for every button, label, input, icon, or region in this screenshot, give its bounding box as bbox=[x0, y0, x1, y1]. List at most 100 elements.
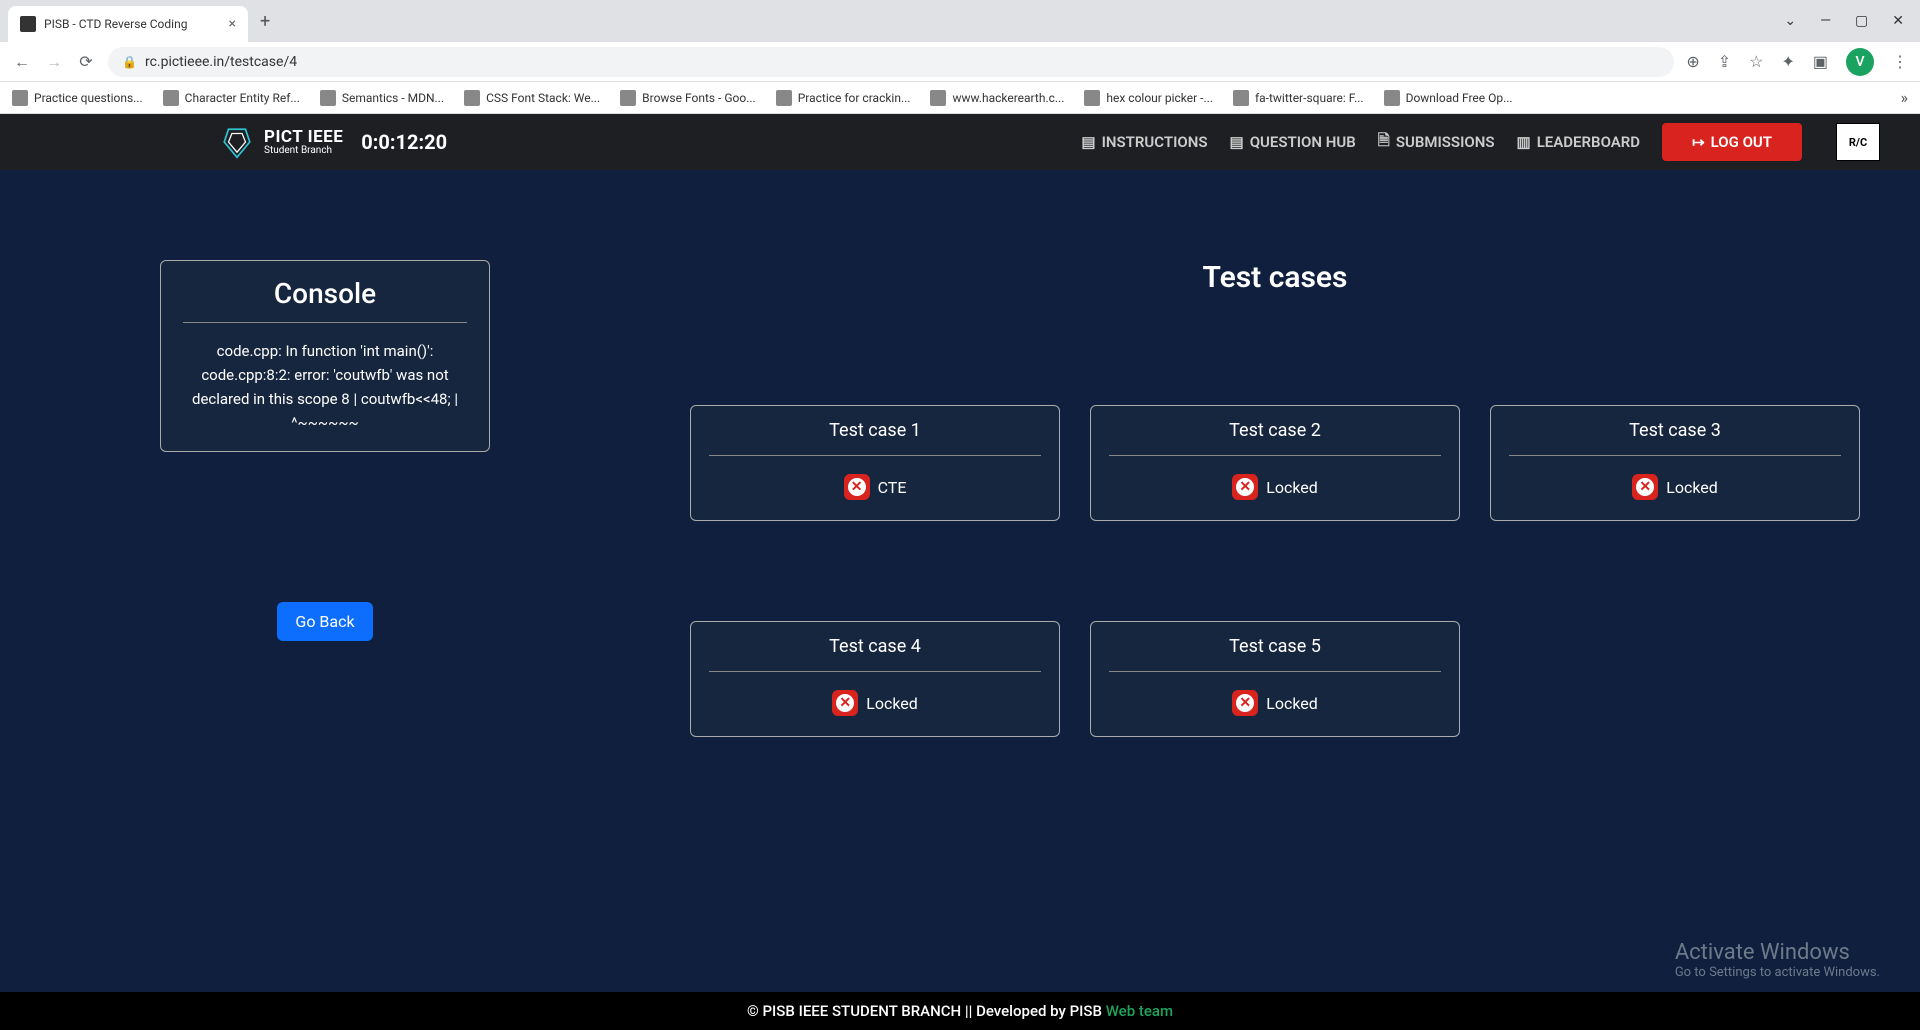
bookmarks-bar: Practice questions... Character Entity R… bbox=[0, 82, 1920, 114]
bookmark-favicon bbox=[620, 90, 636, 106]
watermark-title: Activate Windows bbox=[1675, 940, 1880, 965]
bookmark-item[interactable]: fa-twitter-square: F... bbox=[1233, 90, 1364, 106]
star-icon[interactable]: ☆ bbox=[1749, 52, 1763, 71]
address-bar: ← → ⟳ 🔒 rc.pictieee.in/testcase/4 ⊕ ⇪ ☆ … bbox=[0, 42, 1920, 82]
footer-link[interactable]: Web team bbox=[1106, 1002, 1173, 1020]
brand-subtitle: Student Branch bbox=[264, 146, 343, 156]
minimize-icon[interactable]: — bbox=[1820, 13, 1831, 29]
testcase-name: Test case 3 bbox=[1509, 420, 1841, 441]
divider bbox=[1109, 671, 1441, 672]
chevron-down-icon[interactable]: ⌄ bbox=[1784, 13, 1796, 29]
testcase-status: CTE bbox=[878, 478, 907, 497]
testcase-name: Test case 1 bbox=[709, 420, 1041, 441]
divider bbox=[709, 671, 1041, 672]
new-tab-button[interactable]: + bbox=[260, 11, 270, 32]
nav-question-hub[interactable]: ▤QUESTION HUB bbox=[1230, 133, 1356, 151]
menu-icon[interactable]: ⋮ bbox=[1892, 52, 1908, 71]
bookmark-item[interactable]: Practice questions... bbox=[12, 90, 143, 106]
nav-instructions[interactable]: ▤INSTRUCTIONS bbox=[1081, 133, 1207, 151]
bookmarks-overflow-icon[interactable]: » bbox=[1901, 88, 1909, 107]
side-panel-icon[interactable]: ▣ bbox=[1813, 52, 1828, 71]
bookmark-favicon bbox=[464, 90, 480, 106]
error-icon bbox=[1632, 474, 1658, 500]
brand-title: PICT IEEE bbox=[264, 129, 343, 146]
error-icon bbox=[1232, 690, 1258, 716]
testcase-status: Locked bbox=[1266, 694, 1318, 713]
close-tab-icon[interactable]: × bbox=[229, 16, 236, 32]
lock-icon: 🔒 bbox=[122, 55, 137, 69]
app-navbar: PICT IEEE Student Branch 0:0:12:20 ▤INST… bbox=[0, 114, 1920, 170]
bookmark-item[interactable]: Practice for crackin... bbox=[776, 90, 911, 106]
browser-tab[interactable]: PISB - CTD Reverse Coding × bbox=[8, 6, 248, 42]
bookmark-item[interactable]: CSS Font Stack: We... bbox=[464, 90, 600, 106]
testcase-name: Test case 2 bbox=[1109, 420, 1441, 441]
testcase-card[interactable]: Test case 5 Locked bbox=[1090, 621, 1460, 737]
reload-button[interactable]: ⟳ bbox=[76, 52, 96, 71]
bookmark-favicon bbox=[163, 90, 179, 106]
file-icon: 🗎 bbox=[1378, 130, 1390, 155]
testcase-status: Locked bbox=[1266, 478, 1318, 497]
extensions-icon[interactable]: ✦ bbox=[1781, 52, 1794, 71]
bookmark-item[interactable]: www.hackerearth.c... bbox=[930, 90, 1064, 106]
bookmark-favicon bbox=[1084, 90, 1100, 106]
bookmark-item[interactable]: Character Entity Ref... bbox=[163, 90, 300, 106]
forward-button[interactable]: → bbox=[44, 52, 64, 72]
logout-icon: ↦ bbox=[1692, 133, 1705, 151]
close-window-icon[interactable]: ✕ bbox=[1892, 13, 1904, 29]
rc-logo: R/C bbox=[1836, 123, 1880, 161]
testcase-card[interactable]: Test case 3 Locked bbox=[1490, 405, 1860, 521]
url-input[interactable]: 🔒 rc.pictieee.in/testcase/4 bbox=[108, 47, 1674, 77]
bookmark-item[interactable]: Browse Fonts - Goo... bbox=[620, 90, 756, 106]
nav-leaderboard[interactable]: ▥LEADERBOARD bbox=[1517, 133, 1641, 151]
app-root: PICT IEEE Student Branch 0:0:12:20 ▤INST… bbox=[0, 114, 1920, 1030]
bookmark-favicon bbox=[776, 90, 792, 106]
testcase-status: Locked bbox=[1666, 478, 1718, 497]
logout-button[interactable]: ↦LOG OUT bbox=[1662, 123, 1802, 161]
window-controls: ⌄ — ▢ ✕ bbox=[1784, 13, 1912, 29]
bookmark-favicon bbox=[12, 90, 28, 106]
testcases-title: Test cases bbox=[690, 260, 1860, 295]
console-panel: Console code.cpp: In function 'int main(… bbox=[160, 260, 490, 452]
tab-title: PISB - CTD Reverse Coding bbox=[44, 17, 221, 31]
nav-submissions[interactable]: 🗎SUBMISSIONS bbox=[1378, 130, 1495, 155]
bookmark-item[interactable]: Semantics - MDN... bbox=[320, 90, 444, 106]
url-text: rc.pictieee.in/testcase/4 bbox=[145, 54, 297, 70]
bookmark-favicon bbox=[930, 90, 946, 106]
bookmark-favicon bbox=[1384, 90, 1400, 106]
maximize-icon[interactable]: ▢ bbox=[1855, 13, 1868, 29]
trophy-icon: ▥ bbox=[1517, 133, 1531, 151]
brand-logo-icon bbox=[220, 125, 254, 159]
testcase-card[interactable]: Test case 2 Locked bbox=[1090, 405, 1460, 521]
bookmark-item[interactable]: Download Free Op... bbox=[1384, 90, 1513, 106]
zoom-icon[interactable]: ⊕ bbox=[1686, 52, 1699, 71]
list-icon: ▤ bbox=[1230, 133, 1244, 151]
back-button[interactable]: ← bbox=[12, 52, 32, 72]
error-icon bbox=[832, 690, 858, 716]
watermark-subtitle: Go to Settings to activate Windows. bbox=[1675, 965, 1880, 980]
testcase-name: Test case 4 bbox=[709, 636, 1041, 657]
bookmark-item[interactable]: hex colour picker -... bbox=[1084, 90, 1213, 106]
divider bbox=[1109, 455, 1441, 456]
bookmark-favicon bbox=[1233, 90, 1249, 106]
error-icon bbox=[1232, 474, 1258, 500]
testcase-card[interactable]: Test case 1 CTE bbox=[690, 405, 1060, 521]
testcase-name: Test case 5 bbox=[1109, 636, 1441, 657]
console-title: Console bbox=[183, 277, 467, 310]
divider bbox=[183, 322, 467, 323]
countdown-timer: 0:0:12:20 bbox=[361, 130, 447, 154]
profile-avatar[interactable]: V bbox=[1846, 48, 1874, 76]
browser-tab-strip: PISB - CTD Reverse Coding × + ⌄ — ▢ ✕ bbox=[0, 0, 1920, 42]
testcase-status: Locked bbox=[866, 694, 918, 713]
windows-watermark: Activate Windows Go to Settings to activ… bbox=[1675, 940, 1880, 980]
list-icon: ▤ bbox=[1081, 133, 1095, 151]
app-footer: © PISB IEEE STUDENT BRANCH || Developed … bbox=[0, 992, 1920, 1030]
divider bbox=[709, 455, 1041, 456]
go-back-button[interactable]: Go Back bbox=[277, 602, 372, 641]
testcase-card[interactable]: Test case 4 Locked bbox=[690, 621, 1060, 737]
share-icon[interactable]: ⇪ bbox=[1718, 52, 1731, 71]
error-icon bbox=[844, 474, 870, 500]
brand[interactable]: PICT IEEE Student Branch bbox=[220, 125, 343, 159]
divider bbox=[1509, 455, 1841, 456]
tab-favicon bbox=[20, 16, 36, 32]
bookmark-favicon bbox=[320, 90, 336, 106]
